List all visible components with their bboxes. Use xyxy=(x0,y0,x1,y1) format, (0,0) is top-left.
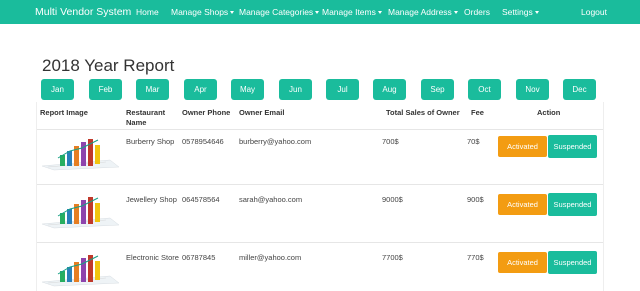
header-report-image: Report Image xyxy=(40,108,88,117)
restaurant-name: Burberry Shop xyxy=(126,137,175,146)
row-divider xyxy=(37,242,603,243)
owner-phone: 064578564 xyxy=(182,195,220,204)
owner-phone: 06787845 xyxy=(182,253,216,262)
month-button-oct[interactable]: Oct xyxy=(468,79,501,100)
total-sales: 700$ xyxy=(382,137,399,146)
activated-button[interactable]: Activated xyxy=(498,136,547,157)
brand-title[interactable]: Multi Vendor System xyxy=(35,6,131,18)
nav-manage-address-label: Manage Address xyxy=(388,7,452,17)
nav-orders[interactable]: Orders xyxy=(464,7,490,17)
caret-down-icon xyxy=(534,11,539,15)
nav-manage-shops[interactable]: Manage Shops xyxy=(171,7,235,17)
row-divider xyxy=(37,184,603,185)
fee: 900$ xyxy=(467,195,484,204)
month-button-feb[interactable]: Feb xyxy=(89,79,122,100)
suspended-button[interactable]: Suspended xyxy=(548,193,597,216)
header-owner-email: Owner Email xyxy=(239,108,285,117)
suspended-button[interactable]: Suspended xyxy=(548,251,597,274)
nav-manage-categories-label: Manage Categories xyxy=(239,7,314,17)
fee: 770$ xyxy=(467,253,484,262)
nav-manage-categories[interactable]: Manage Categories xyxy=(239,7,320,17)
header-restaurant-name: Restaurant Name xyxy=(126,108,166,127)
top-navbar: Multi Vendor System Home Manage Shops Ma… xyxy=(0,0,640,24)
nav-manage-items[interactable]: Manage Items xyxy=(322,7,382,17)
report-chart-image xyxy=(40,136,121,171)
suspended-button[interactable]: Suspended xyxy=(548,135,597,158)
month-button-aug[interactable]: Aug xyxy=(373,79,406,100)
month-button-nov[interactable]: Nov xyxy=(516,79,549,100)
nav-orders-label: Orders xyxy=(464,7,490,17)
nav-settings-label: Settings xyxy=(502,7,533,17)
month-button-apr[interactable]: Apr xyxy=(184,79,217,100)
header-owner-phone: Owner Phone xyxy=(182,108,231,117)
report-table: Report Image Restaurant Name Owner Phone… xyxy=(36,102,604,291)
logout-link[interactable]: Logout xyxy=(581,7,607,17)
activated-button[interactable]: Activated xyxy=(498,194,547,215)
report-chart-image xyxy=(40,194,121,229)
header-action: Action xyxy=(537,108,561,117)
caret-down-icon xyxy=(453,11,458,15)
month-button-may[interactable]: May xyxy=(231,79,264,100)
nav-home[interactable]: Home xyxy=(136,7,159,17)
month-button-mar[interactable]: Mar xyxy=(136,79,169,100)
owner-phone: 0578954646 xyxy=(182,137,224,146)
nav-manage-shops-label: Manage Shops xyxy=(171,7,229,17)
nav-manage-items-label: Manage Items xyxy=(322,7,376,17)
header-fee: Fee xyxy=(471,108,484,117)
total-sales: 7700$ xyxy=(382,253,403,262)
month-button-sep[interactable]: Sep xyxy=(421,79,454,100)
month-button-jan[interactable]: Jan xyxy=(41,79,74,100)
month-button-dec[interactable]: Dec xyxy=(563,79,596,100)
nav-manage-address[interactable]: Manage Address xyxy=(388,7,458,17)
owner-email: sarah@yahoo.com xyxy=(239,195,303,204)
month-button-jun[interactable]: Jun xyxy=(279,79,312,100)
total-sales: 9000$ xyxy=(382,195,403,204)
month-button-jul[interactable]: Jul xyxy=(326,79,359,100)
row-divider xyxy=(37,129,603,130)
restaurant-name: Electronic Store xyxy=(126,253,179,262)
owner-email: burberry@yahoo.com xyxy=(239,137,312,146)
header-total-sales: Total Sales of Owner xyxy=(386,108,460,117)
caret-down-icon xyxy=(230,11,235,15)
caret-down-icon xyxy=(315,11,320,15)
fee: 70$ xyxy=(467,137,480,146)
nav-home-label: Home xyxy=(136,7,159,17)
caret-down-icon xyxy=(377,11,382,15)
restaurant-name: Jewellery Shop xyxy=(126,195,177,204)
activated-button[interactable]: Activated xyxy=(498,252,547,273)
report-chart-image xyxy=(40,252,121,287)
page-title: 2018 Year Report xyxy=(42,56,175,75)
nav-settings[interactable]: Settings xyxy=(502,7,539,17)
owner-email: miller@yahoo.com xyxy=(239,253,302,262)
